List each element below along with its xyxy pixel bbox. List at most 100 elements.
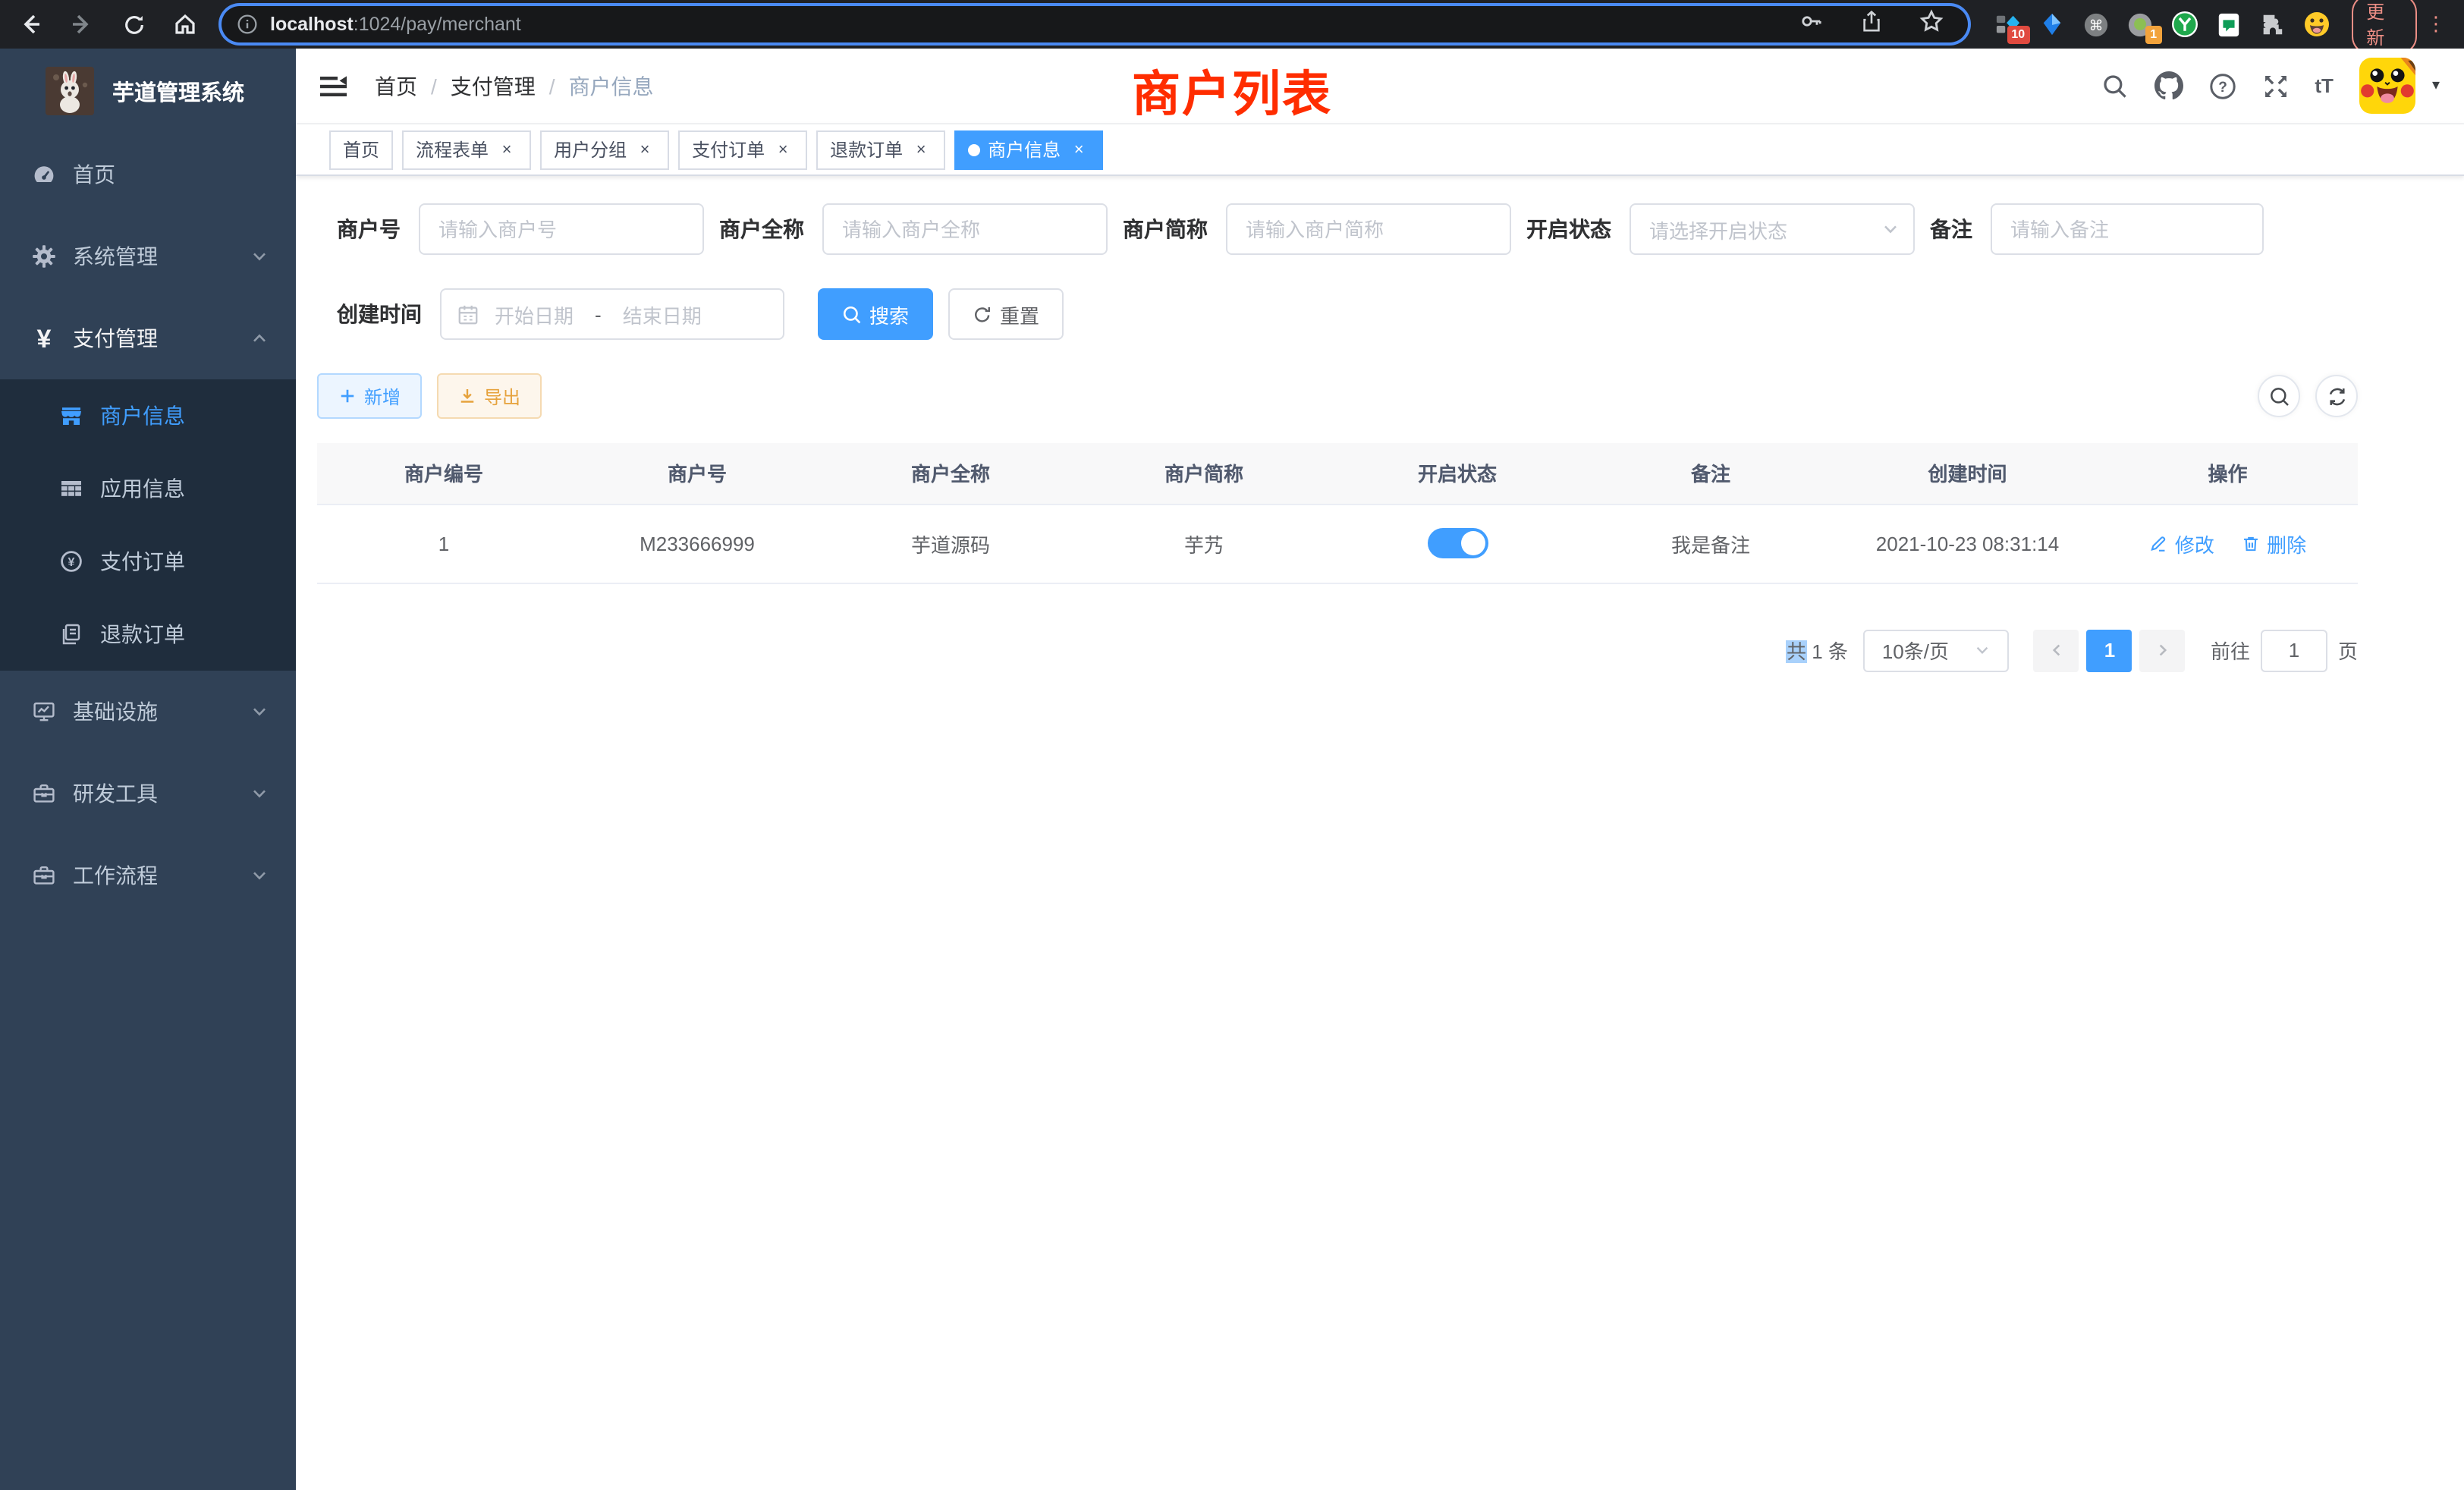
svg-text:¥: ¥ [68, 556, 75, 569]
header-search-icon[interactable] [2101, 72, 2128, 99]
add-button[interactable]: 新增 [317, 373, 422, 419]
merchant-table: 商户编号 商户号 商户全称 商户简称 开启状态 备注 创建时间 操作 1 [317, 443, 2358, 583]
close-icon[interactable]: × [634, 140, 655, 159]
refresh-cycle-icon [2325, 385, 2348, 407]
browser-update-button[interactable]: 更新 [2351, 0, 2417, 55]
short-name-input[interactable] [1226, 203, 1511, 255]
col-merchant-no: 商户号 [570, 443, 824, 504]
refresh-table-button[interactable] [2315, 375, 2358, 417]
sidebar-fold-icon[interactable] [320, 74, 347, 98]
search-icon [842, 304, 862, 324]
bookmark-star-icon[interactable] [1919, 8, 1943, 40]
fullscreen-icon[interactable] [2261, 72, 2289, 99]
sidebar-item-payment[interactable]: ¥ 支付管理 [0, 297, 296, 379]
sidebar-logo[interactable]: 芋道管理系统 [0, 49, 296, 134]
sidebar-item-refund-order[interactable]: 退款订单 [0, 598, 296, 671]
sidebar-item-merchant-info[interactable]: 商户信息 [0, 379, 296, 452]
chevron-left-icon [2048, 642, 2065, 659]
font-size-icon[interactable]: tT [2315, 74, 2334, 97]
monitor-chart-icon [30, 699, 58, 724]
breadcrumb-home[interactable]: 首页 [375, 71, 417, 101]
sidebar-item-pay-order[interactable]: ¥ 支付订单 [0, 525, 296, 598]
delete-link[interactable]: 删除 [2241, 529, 2306, 558]
close-icon[interactable]: × [910, 140, 932, 159]
tab-refund-order[interactable]: 退款订单× [816, 130, 945, 169]
extension-puzzle-icon[interactable] [2258, 11, 2286, 38]
sidebar-item-label: 首页 [73, 159, 269, 190]
remark-input[interactable] [1991, 203, 2264, 255]
site-info-icon[interactable] [234, 11, 261, 38]
sidebar-item-devtools[interactable]: 研发工具 [0, 753, 296, 835]
password-key-icon[interactable] [1799, 8, 1823, 40]
sidebar-item-infrastructure[interactable]: 基础设施 [0, 671, 296, 753]
date-end-placeholder: 结束日期 [623, 300, 702, 328]
screen: localhost:1024/pay/merchant 10 ⌘ 1 [0, 0, 2464, 1490]
goto-suffix: 页 [2338, 636, 2358, 665]
close-icon[interactable]: × [1068, 140, 1089, 159]
breadcrumb-payment[interactable]: 支付管理 [451, 71, 536, 101]
page-size-select[interactable]: 10条/页 [1863, 629, 2009, 671]
help-icon[interactable]: ? [2208, 72, 2236, 99]
sidebar-item-system[interactable]: 系统管理 [0, 215, 296, 297]
refresh-icon [973, 304, 992, 324]
address-bar[interactable]: localhost:1024/pay/merchant [222, 6, 1967, 42]
toolbox-icon [30, 863, 58, 888]
sidebar-item-home[interactable]: 首页 [0, 134, 296, 215]
status-select[interactable]: 请选择开启状态 [1630, 203, 1915, 255]
col-create-time: 创建时间 [1837, 443, 2098, 504]
status-toggle[interactable] [1427, 528, 1488, 558]
close-icon[interactable]: × [496, 140, 517, 159]
tab-user-group[interactable]: 用户分组× [540, 130, 669, 169]
extension-emoji-icon[interactable] [2302, 11, 2330, 38]
extension-kite-icon[interactable] [2038, 11, 2066, 38]
edit-link[interactable]: 修改 [2149, 529, 2214, 558]
browser-home-button[interactable] [170, 9, 200, 39]
forward-arrow-icon [70, 12, 94, 36]
avatar-caret-icon[interactable]: ▾ [2432, 77, 2440, 94]
merchant-no-input[interactable] [419, 203, 704, 255]
browser-forward-button[interactable] [67, 9, 97, 39]
col-merchant-id: 商户编号 [317, 443, 570, 504]
github-icon[interactable] [2154, 71, 2183, 100]
chevron-down-icon [1881, 220, 1900, 238]
sidebar-item-workflow[interactable]: 工作流程 [0, 835, 296, 916]
tab-process-form[interactable]: 流程表单× [402, 130, 531, 169]
sidebar-item-app-info[interactable]: 应用信息 [0, 452, 296, 525]
close-icon[interactable]: × [772, 140, 794, 159]
yen-circle-icon: ¥ [58, 549, 85, 574]
chevron-down-icon [250, 784, 269, 803]
browser-reload-button[interactable] [118, 9, 149, 39]
export-button[interactable]: 导出 [437, 373, 542, 419]
date-separator: - [589, 303, 608, 325]
search-button[interactable]: 搜索 [818, 288, 933, 340]
next-page-button[interactable] [2140, 629, 2186, 671]
cell-merchant-no: M233666999 [570, 504, 824, 583]
col-full-name: 商户全称 [824, 443, 1077, 504]
sidebar-item-label: 退款订单 [100, 619, 269, 649]
prev-page-button[interactable] [2034, 629, 2079, 671]
toolbox-icon [30, 781, 58, 806]
toggle-search-button[interactable] [2258, 375, 2300, 417]
tab-pay-order[interactable]: 支付订单× [678, 130, 807, 169]
calendar-icon [457, 303, 479, 325]
cell-create-time: 2021-10-23 08:31:14 [1837, 504, 2098, 583]
extension-hangouts-icon[interactable] [2214, 11, 2242, 38]
page-number-1[interactable]: 1 [2087, 629, 2132, 671]
col-actions: 操作 [2098, 443, 2358, 504]
extension-recorder-icon[interactable]: 1 [2126, 11, 2154, 38]
reset-button[interactable]: 重置 [948, 288, 1064, 340]
share-icon[interactable] [1859, 8, 1882, 40]
extension-meet-icon[interactable]: 10 [1994, 11, 2022, 38]
tab-merchant-info[interactable]: 商户信息× [954, 130, 1103, 169]
goto-page-input[interactable] [2261, 629, 2327, 671]
user-avatar[interactable] [2359, 58, 2415, 114]
breadcrumb: 首页 / 支付管理 / 商户信息 [375, 71, 654, 101]
full-name-input[interactable] [822, 203, 1108, 255]
url-text: localhost:1024/pay/merchant [270, 14, 521, 35]
create-time-range-picker[interactable]: 开始日期 - 结束日期 [440, 288, 784, 340]
browser-back-button[interactable] [15, 9, 46, 39]
browser-menu-icon[interactable]: ⋮ [2426, 12, 2446, 36]
tab-home[interactable]: 首页 [329, 130, 393, 169]
extension-yudao-icon[interactable] [2170, 11, 2198, 38]
extension-command-icon[interactable]: ⌘ [2082, 11, 2110, 38]
